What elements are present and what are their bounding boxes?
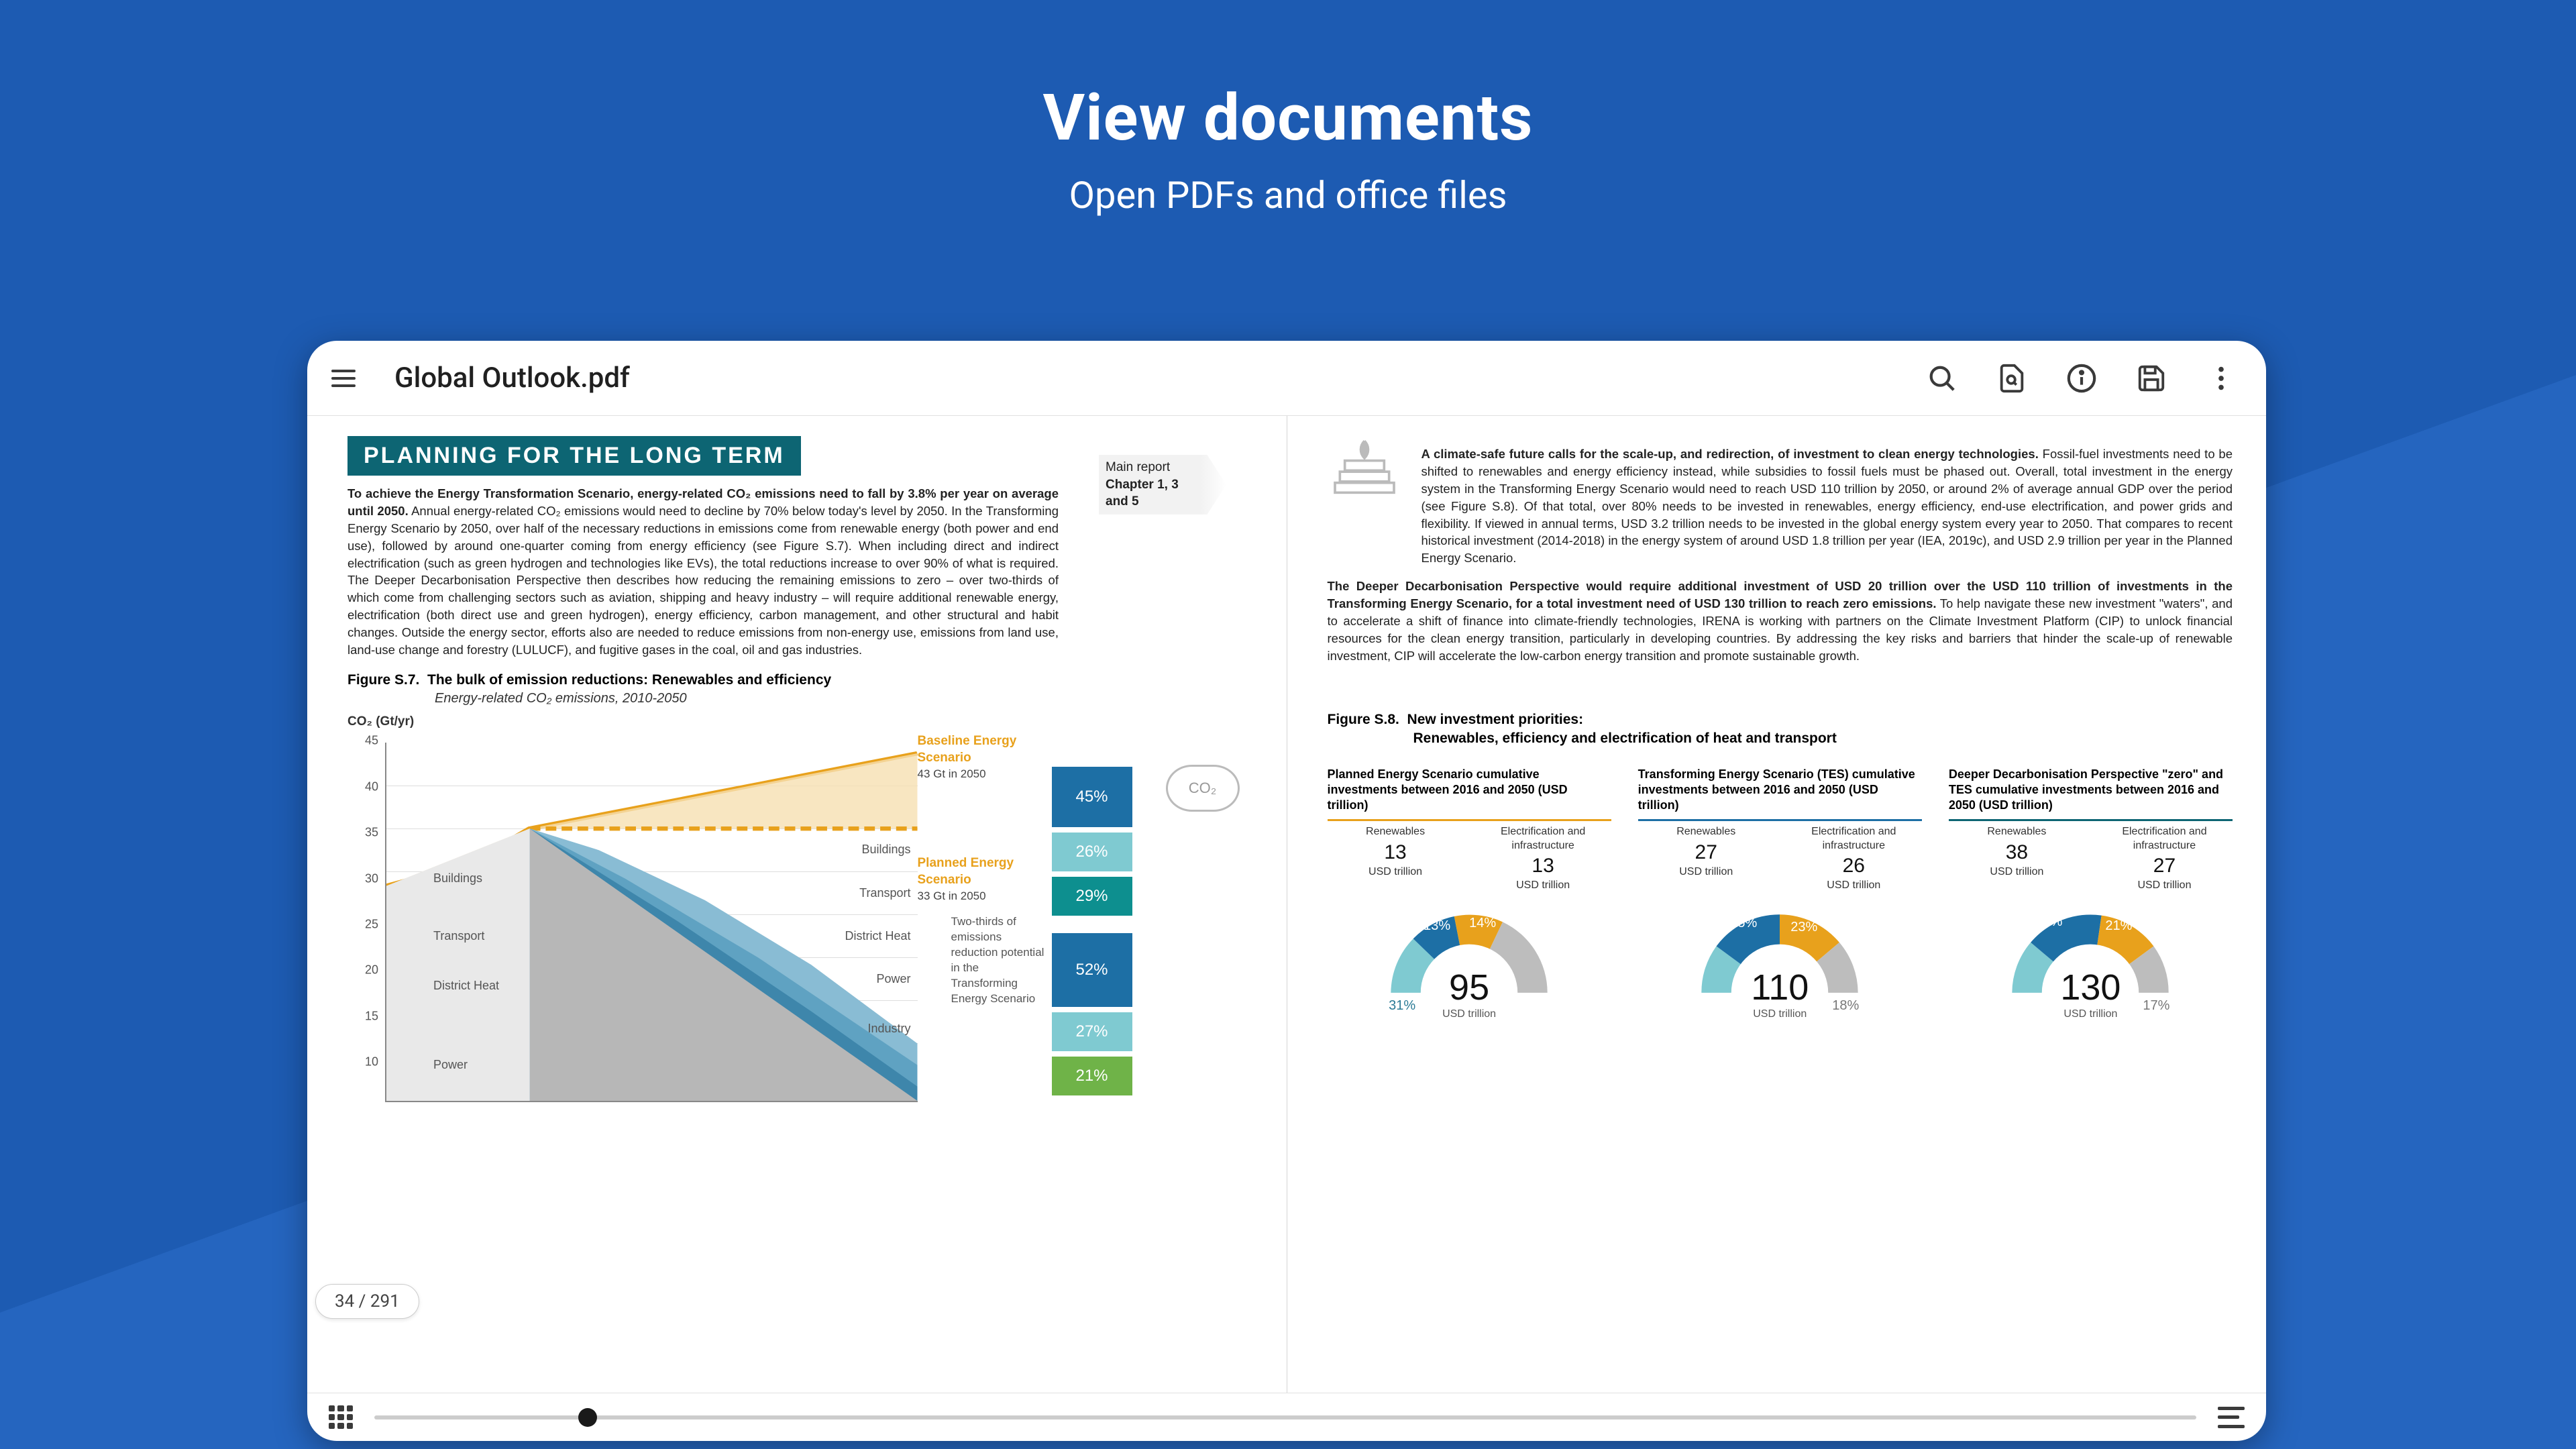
info-icon[interactable] [2065, 362, 2098, 395]
page-left: PLANNING FOR THE LONG TERM Main reportCh… [307, 416, 1287, 1393]
overflow-icon[interactable] [2204, 362, 2238, 395]
outline-icon[interactable] [2218, 1405, 2245, 1430]
find-in-page-icon[interactable] [1995, 362, 2029, 395]
page-right: A climate-safe future calls for the scal… [1287, 416, 2267, 1393]
investment-icon [1328, 436, 1401, 496]
figure-s7-chart: 454035 302520 1510 [347, 733, 1253, 1116]
bottom-bar [307, 1393, 2266, 1441]
reduction-bars: 45% 26% 29% 52% 27% 21% [1052, 767, 1132, 1101]
section-banner: PLANNING FOR THE LONG TERM [347, 436, 801, 476]
figure-s7-subtitle: Energy-related CO₂ emissions, 2010-2050 [435, 691, 1253, 706]
donut-pes: 31% 13% 14% 95USD trillion [1375, 900, 1563, 1034]
toolbar: Global Outlook.pdf [307, 341, 2266, 416]
right-body-text-1: A climate-safe future calls for the scal… [1421, 445, 2233, 567]
hero-title: View documents [0, 80, 2576, 156]
scrubber-knob[interactable] [578, 1408, 597, 1427]
thumbnail-grid-icon[interactable] [329, 1405, 353, 1430]
page-indicator: 34 / 291 [315, 1284, 419, 1319]
search-icon[interactable] [1925, 362, 1959, 395]
hero-subtitle: Open PDFs and office files [0, 173, 2576, 217]
right-body-text-2: The Deeper Decarbonisation Perspective w… [1328, 578, 2233, 664]
document-title: Global Outlook.pdf [394, 362, 630, 394]
chapter-tag: Main reportChapter 1, 3 and 5 [1099, 455, 1226, 515]
menu-icon[interactable] [327, 362, 360, 394]
chart-ylabel: CO₂ (Gt/yr) [347, 714, 1253, 729]
figure-s8-subtitle: Renewables, efficiency and electrificati… [1413, 731, 2233, 747]
document-viewport[interactable]: PLANNING FOR THE LONG TERM Main reportCh… [307, 416, 2266, 1393]
figure-s8-title: Figure S.8. New investment priorities: [1328, 712, 2233, 728]
app-window: Global Outlook.pdf PLANNING FOR THE LONG… [307, 341, 2266, 1441]
donut-tes: 25% 23% 18% 110USD trillion [1686, 900, 1874, 1034]
left-body-text: To achieve the Energy Transformation Sce… [347, 485, 1059, 659]
hero: View documents Open PDFs and office file… [0, 0, 2576, 217]
figure-s7-title: Figure S.7. The bulk of emission reducti… [347, 672, 1253, 688]
donut-row: Planned Energy Scenario cumulative inves… [1328, 767, 2233, 1034]
save-icon[interactable] [2135, 362, 2168, 395]
page-scrubber[interactable] [374, 1415, 2196, 1419]
donut-ddp: 29% 21% 17% 130USD trillion [1996, 900, 2184, 1034]
